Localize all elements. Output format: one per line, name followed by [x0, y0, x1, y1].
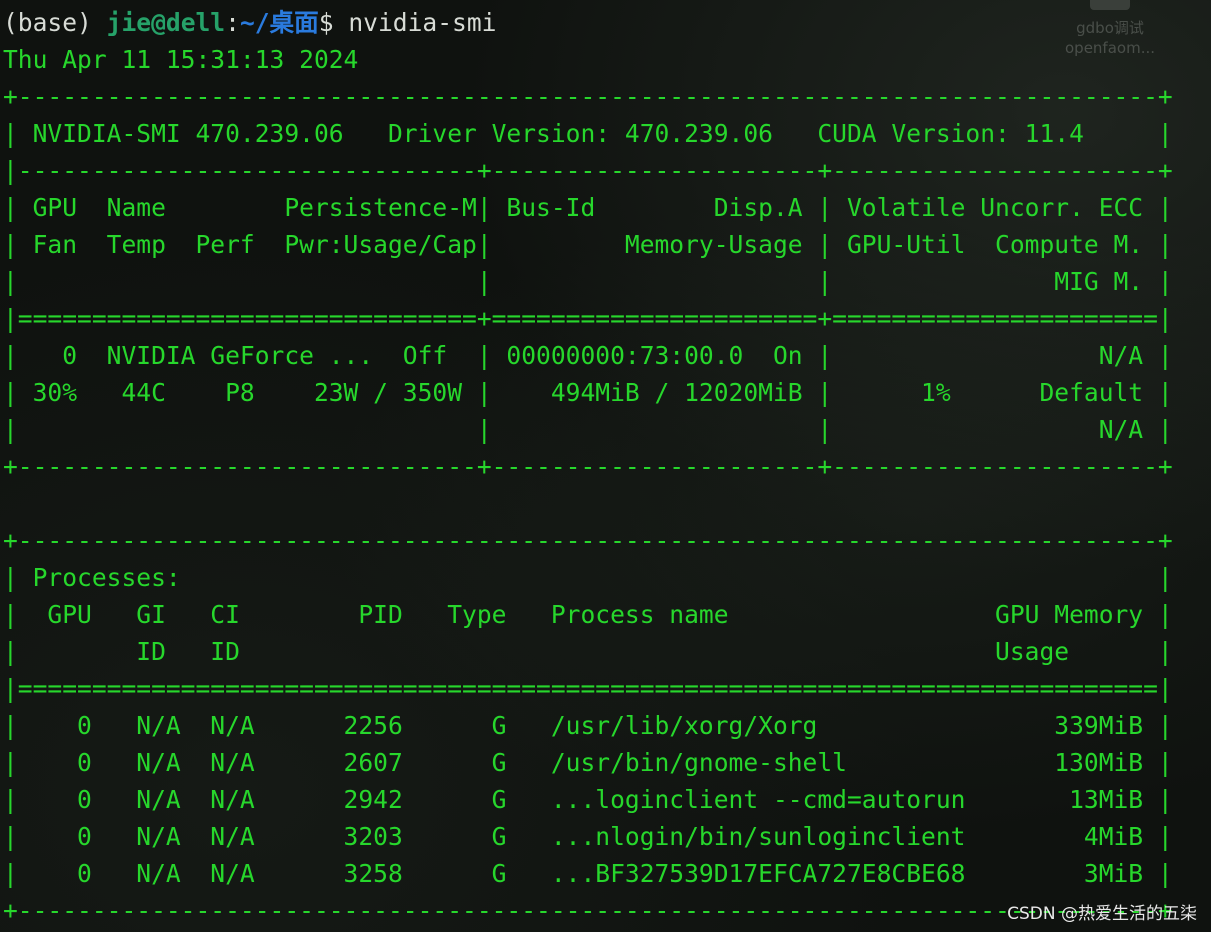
prompt-symbol: $ [318, 8, 349, 37]
processes-header-1: | GPU GI CI PID Type Process name GPU Me… [3, 600, 1173, 629]
conda-env: (base) [3, 8, 107, 37]
header-divider: |-------------------------------+-------… [3, 156, 1173, 185]
process-row: | 0 N/A N/A 3203 G ...nlogin/bin/sunlogi… [3, 822, 1173, 851]
processes-double-divider: |=======================================… [3, 674, 1173, 703]
process-row: | 0 N/A N/A 2607 G /usr/bin/gnome-shell … [3, 748, 1173, 777]
process-row: | 0 N/A N/A 2256 G /usr/lib/xorg/Xorg 33… [3, 711, 1173, 740]
process-row: | 0 N/A N/A 3258 G ...BF327539D17EFCA727… [3, 859, 1173, 888]
command-text: nvidia-smi [348, 8, 497, 37]
column-header-3: | | | MIG M. | [3, 267, 1173, 296]
gpu-row: | 0 NVIDIA GeForce ... Off | 00000000:73… [3, 341, 1173, 370]
header-double-divider: |===============================+=======… [3, 304, 1173, 333]
user-host: jie@dell [106, 8, 226, 37]
processes-border-bottom: +---------------------------------------… [3, 896, 1173, 925]
shell-prompt-line: (base) jie@dell:~/桌面$ nvidia-smi [3, 4, 1173, 41]
column-header-2: | Fan Temp Perf Pwr:Usage/Cap| Memory-Us… [3, 230, 1173, 259]
timestamp-line: Thu Apr 11 15:31:13 2024 [3, 45, 359, 74]
version-line: | NVIDIA-SMI 470.239.06 Driver Version: … [3, 119, 1173, 148]
working-directory: ~/桌面 [239, 8, 319, 37]
gpu-row: | | | N/A | [3, 415, 1173, 444]
prompt-separator: : [225, 8, 240, 37]
gpu-row: | 30% 44C P8 23W / 350W | 494MiB / 12020… [3, 378, 1173, 407]
column-header-1: | GPU Name Persistence-M| Bus-Id Disp.A … [3, 193, 1173, 222]
csdn-watermark: CSDN @热爱生活的五柒 [1007, 904, 1197, 924]
gpu-border-bottom: +-------------------------------+-------… [3, 452, 1173, 481]
processes-header-2: | ID ID Usage | [3, 637, 1173, 666]
terminal-output[interactable]: (base) jie@dell:~/桌面$ nvidia-smi Thu Apr… [3, 4, 1173, 929]
process-row: | 0 N/A N/A 2942 G ...loginclient --cmd=… [3, 785, 1173, 814]
processes-title: | Processes: | [3, 563, 1173, 592]
processes-border-top: +---------------------------------------… [3, 526, 1173, 555]
header-border-top: +---------------------------------------… [3, 82, 1173, 111]
